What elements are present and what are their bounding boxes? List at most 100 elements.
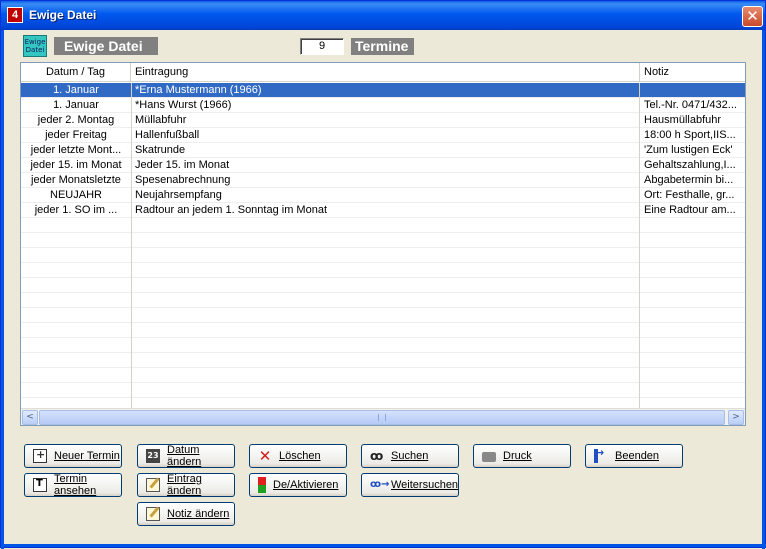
cell-datum: 1. Januar [53,99,99,111]
cell-datum: NEUJAHR [50,189,102,201]
de-aktivieren-label: De/Aktivieren [273,479,339,491]
scroll-grip [378,414,386,421]
datum-aendern-label: Datum ändern [167,444,202,468]
exit-icon [594,446,608,463]
page-title: Ewige Datei [54,37,158,55]
close-button[interactable]: ✕ [742,6,763,27]
table-row[interactable]: jeder Monatsletzte Spesenabrechnung Abgabe… [21,173,745,188]
binoculars-icon: ꝏ [370,449,384,463]
find-next-icon: ꝏ→ [370,479,390,490]
cell-datum: jeder 2. Montag [37,114,115,126]
termin-ansehen-button[interactable]: Termin ansehen [24,473,122,497]
appointment-count-label: Termine [351,38,414,55]
beenden-button[interactable]: Beenden [585,444,683,468]
notiz-aendern-label: Notiz ändern [167,508,230,520]
de-aktivieren-button[interactable]: De/Aktivieren [249,473,347,497]
eintrag-aendern-button[interactable]: Eintrag ändern [137,473,235,497]
title-bar[interactable]: 4 Ewige Datei ✕ [1,1,765,30]
empty-row [21,218,745,233]
neuer-termin-label: Neuer Termin [54,450,120,462]
cell-eintragung: *Hans Wurst (1966) [135,99,232,111]
druck-button[interactable]: Druck [473,444,571,468]
loeschen-button[interactable]: ✕ Löschen [249,444,347,468]
appointment-list[interactable]: Datum / Tag Eintragung Notiz 1. Januar *E… [20,62,746,426]
suchen-label: Suchen [391,450,429,462]
cell-eintragung: Neujahrsempfang [135,189,222,201]
new-appointment-icon [33,448,47,463]
scroll-thumb[interactable] [39,410,725,425]
list-rows: 1. Januar *Erna Mustermann (1966) 1. Janua… [21,83,745,398]
table-row[interactable]: jeder 1. SO im ... Radtour an jedem 1. So… [21,203,745,218]
cell-datum: jeder 15. im Monat [30,159,122,171]
suchen-button[interactable]: ꝏ Suchen [361,444,459,468]
cell-notiz: Hausmüllabfuhr [644,114,722,126]
empty-row [21,308,745,323]
cell-eintragung: Müllabfuhr [135,114,187,126]
cell-datum: jeder Freitag [45,129,107,141]
cell-notiz: Tel.-Nr. 0471/432... [644,99,737,111]
empty-row [21,353,745,368]
empty-row [21,293,745,308]
cell-eintragung: Spesenabrechnung [135,174,231,186]
table-row[interactable]: jeder 2. Montag Müllabfuhr Hausmüllabfuhr [21,113,745,128]
cell-notiz: Gehaltszahlung,I... [644,159,736,171]
beenden-label: Beenden [615,450,660,462]
toggle-icon [258,477,266,493]
note-edit-icon [146,507,160,521]
cell-notiz: Abgabetermin bi... [644,174,734,186]
cell-eintragung: Hallenfußball [135,129,200,141]
empty-row [21,383,745,398]
cell-eintragung: Jeder 15. im Monat [135,159,230,171]
printer-icon [482,452,496,462]
notiz-aendern-button[interactable]: Notiz ändern [137,502,235,526]
weitersuchen-label: Weitersuchen [391,479,459,491]
view-icon [33,478,47,492]
column-divider [639,83,640,408]
empty-row [21,323,745,338]
neuer-termin-button[interactable]: Neuer Termin [24,444,122,468]
termin-ansehen-label: Termin ansehen [54,473,97,497]
horizontal-scrollbar[interactable]: < > [21,408,745,425]
cell-eintragung: *Erna Mustermann (1966) [135,84,262,96]
druck-label: Druck [503,450,532,462]
cell-datum: jeder 1. SO im ... [34,204,118,216]
window-frame-left [1,30,4,549]
table-row[interactable]: jeder letzte Mont... Skatrunde 'Zum lustig… [21,143,745,158]
table-row[interactable]: 1. Januar *Hans Wurst (1966) Tel.-Nr. 0471… [21,98,745,113]
cell-eintragung: Skatrunde [135,144,186,156]
cell-datum: 1. Januar [53,84,99,96]
empty-row [21,338,745,353]
table-row[interactable]: jeder Freitag Hallenfußball 18:00 h Sport,… [21,128,745,143]
empty-row [21,248,745,263]
datum-aendern-button[interactable]: 23 Datum ändern [137,444,235,468]
cell-notiz: 'Zum lustigen Eck' [644,144,733,156]
empty-row [21,233,745,248]
empty-row [21,368,745,383]
weitersuchen-button[interactable]: ꝏ→ Weitersuchen [361,473,459,497]
table-row[interactable]: jeder 15. im Monat Jeder 15. im Monat Geha… [21,158,745,173]
ewige-datei-icon: Ewige Datei [23,35,47,57]
empty-row [21,278,745,293]
window-frame-bottom [1,544,766,547]
delete-icon: ✕ [258,447,272,465]
cell-notiz: Ort: Festhalle, gr... [644,189,735,201]
scroll-left-button[interactable]: < [22,410,38,425]
cell-notiz: 18:00 h Sport,IIS... [644,129,736,141]
scroll-right-button[interactable]: > [728,410,744,425]
app-icon: 4 [7,7,23,23]
window-title: Ewige Datei [29,8,97,22]
column-divider [131,83,132,408]
column-header-datum[interactable]: Datum / Tag [21,63,131,82]
window-frame-right [762,30,765,549]
cell-eintragung: Radtour an jedem 1. Sonntag im Monat [135,204,328,216]
cell-notiz [640,83,745,98]
table-row[interactable]: 1. Januar *Erna Mustermann (1966) [21,83,745,98]
date-icon: 23 [146,449,160,463]
loeschen-label: Löschen [279,450,321,462]
eintrag-aendern-label: Eintrag ändern [167,473,202,497]
column-header-notiz[interactable]: Notiz [640,63,745,82]
edit-icon [146,478,160,492]
appointment-count: 9 [300,38,344,55]
table-row[interactable]: NEUJAHR Neujahrsempfang Ort: Festhalle, gr… [21,188,745,203]
column-header-eintragung[interactable]: Eintragung [131,63,640,82]
